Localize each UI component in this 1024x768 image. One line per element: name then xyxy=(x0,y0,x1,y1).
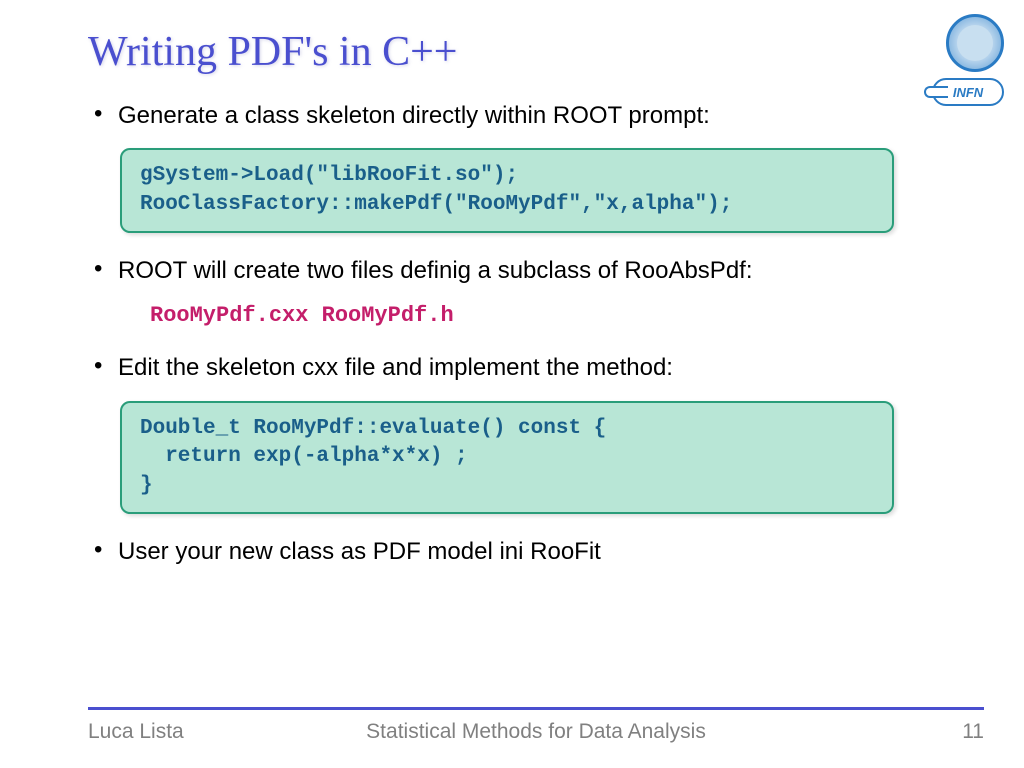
bullet-text: Edit the skeleton cxx file and implement… xyxy=(118,352,924,384)
bullet-text: ROOT will create two files definig a sub… xyxy=(118,255,924,287)
bullet-item: • User your new class as PDF model ini R… xyxy=(88,536,924,568)
bullet-dot: • xyxy=(88,536,118,564)
bullet-text: User your new class as PDF model ini Roo… xyxy=(118,536,924,568)
slide-title: Writing PDF's in C++ xyxy=(88,28,1024,76)
footer-title: Statistical Methods for Data Analysis xyxy=(366,720,706,744)
bullet-item: • Generate a class skeleton directly wit… xyxy=(88,100,924,132)
footer-divider xyxy=(88,707,984,710)
code-block-1: gSystem->Load("libRooFit.so"); RooClassF… xyxy=(120,148,894,233)
bullet-item: • ROOT will create two files definig a s… xyxy=(88,255,924,287)
bullet-dot: • xyxy=(88,352,118,380)
slide-container: INFN Writing PDF's in C++ • Generate a c… xyxy=(0,0,1024,768)
logo-area: INFN xyxy=(930,14,1004,106)
footer-author: Luca Lista xyxy=(88,720,184,744)
footer-page-number: 11 xyxy=(962,720,984,744)
footer: Luca Lista Statistical Methods for Data … xyxy=(88,720,984,744)
bullet-dot: • xyxy=(88,255,118,283)
infn-logo-text: INFN xyxy=(953,85,983,100)
bullet-item: • Edit the skeleton cxx file and impleme… xyxy=(88,352,924,384)
bullet-text: Generate a class skeleton directly withi… xyxy=(118,100,924,132)
infn-logo: INFN xyxy=(932,78,1004,106)
code-block-2: Double_t RooMyPdf::evaluate() const { re… xyxy=(120,401,894,514)
bullet-dot: • xyxy=(88,100,118,128)
slide-content: • Generate a class skeleton directly wit… xyxy=(0,100,1024,568)
university-seal-logo xyxy=(946,14,1004,72)
code-inline-files: RooMyPdf.cxx RooMyPdf.h xyxy=(150,303,924,328)
